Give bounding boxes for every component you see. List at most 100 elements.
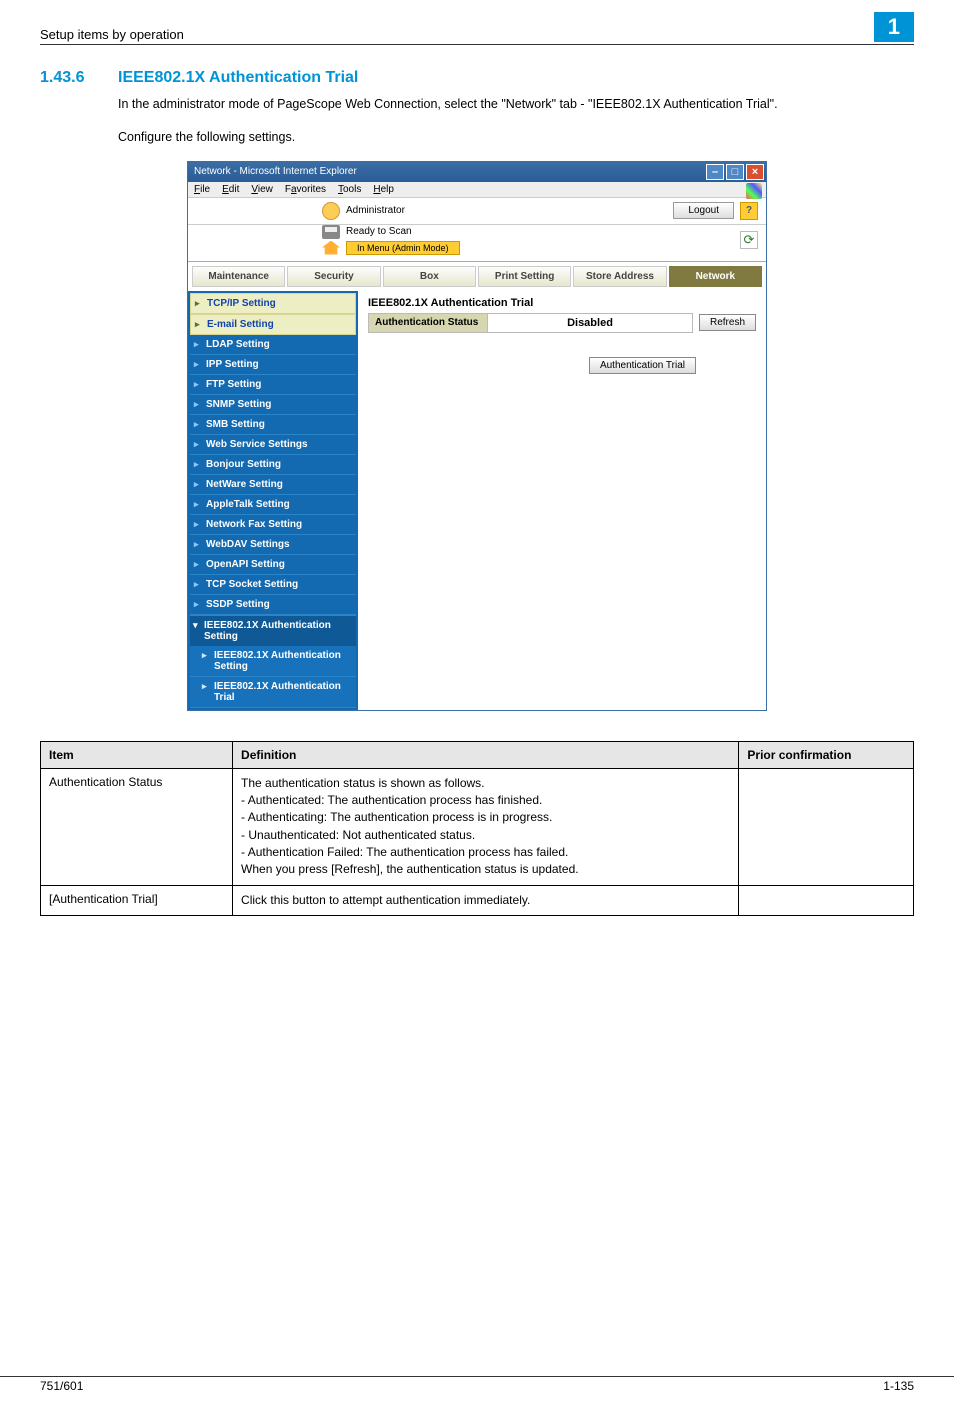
breadcrumb: Setup items by operation <box>40 27 184 42</box>
def0-l5: When you press [Refresh], the authentica… <box>241 861 730 878</box>
user-icon <box>322 202 340 220</box>
cell-prior-0 <box>739 768 914 885</box>
section-para2: Configure the following settings. <box>118 128 914 147</box>
window-buttons: – □ × <box>706 164 764 180</box>
defcol-item: Item <box>41 741 233 768</box>
logout-button[interactable]: Logout <box>673 202 734 219</box>
table-row: Authentication Status The authentication… <box>41 768 914 885</box>
chapter-badge: 1 <box>874 12 914 42</box>
house-icon <box>322 241 340 255</box>
app-body: TCP/IP Setting E-mail Setting LDAP Setti… <box>188 291 766 710</box>
app-top-row: Administrator Logout ? <box>188 198 766 225</box>
sidebar-item-ssdp[interactable]: SSDP Setting <box>190 595 356 615</box>
footer-left: 751/601 <box>40 1379 83 1393</box>
menu-help[interactable]: Help <box>373 184 394 195</box>
section-heading: 1.43.6 IEEE802.1X Authentication Trial <box>40 69 914 87</box>
pane-title: IEEE802.1X Authentication Trial <box>368 297 756 309</box>
sidebar-item-webdav[interactable]: WebDAV Settings <box>190 535 356 555</box>
cell-item-1: [Authentication Trial] <box>41 885 233 915</box>
menu-file[interactable]: File <box>194 184 210 195</box>
sidebar-item-smb[interactable]: SMB Setting <box>190 415 356 435</box>
sidebar-group-ieee[interactable]: IEEE802.1X Authentication Setting <box>190 615 356 646</box>
tab-maintenance[interactable]: Maintenance <box>192 266 285 287</box>
status-block: Ready to Scan In Menu (Admin Mode) ⟳ <box>188 225 766 262</box>
minimize-icon[interactable]: – <box>706 164 724 180</box>
menu-favorites[interactable]: Favorites <box>285 184 326 195</box>
sidebar-item-snmp[interactable]: SNMP Setting <box>190 395 356 415</box>
tab-store[interactable]: Store Address <box>573 266 666 287</box>
table-row: [Authentication Trial] Click this button… <box>41 885 914 915</box>
section-body: In the administrator mode of PageScope W… <box>118 95 914 147</box>
def1-l0: Click this button to attempt authenticat… <box>241 892 730 909</box>
sidebar-item-openapi[interactable]: OpenAPI Setting <box>190 555 356 575</box>
auth-status-label: Authentication Status <box>368 313 488 333</box>
printer-icon <box>322 225 340 239</box>
spacer <box>0 996 954 1376</box>
sidebar-item-netfax[interactable]: Network Fax Setting <box>190 515 356 535</box>
menubar: File Edit View Favorites Tools Help <box>188 182 766 198</box>
menu-view[interactable]: View <box>251 184 273 195</box>
sidebar-item-ipp[interactable]: IPP Setting <box>190 355 356 375</box>
sidebar-item-tcpsocket[interactable]: TCP Socket Setting <box>190 575 356 595</box>
def0-l3: - Unauthenticated: Not authenticated sta… <box>241 827 730 844</box>
sidebar-item-appletalk[interactable]: AppleTalk Setting <box>190 495 356 515</box>
window-title: Network - Microsoft Internet Explorer <box>194 166 357 177</box>
tab-box[interactable]: Box <box>383 266 476 287</box>
header-row: Setup items by operation 1 <box>40 12 914 45</box>
cell-def-0: The authentication status is shown as fo… <box>233 768 739 885</box>
window-titlebar: Network - Microsoft Internet Explorer – … <box>188 162 766 182</box>
sidebar-child-ieee-trial[interactable]: IEEE802.1X Authentication Trial <box>190 677 356 708</box>
sidebar-item-ftp[interactable]: FTP Setting <box>190 375 356 395</box>
def0-l1: - Authenticated: The authentication proc… <box>241 792 730 809</box>
footer-right: 1-135 <box>883 1379 914 1393</box>
auth-status-value: Disabled <box>488 313 693 333</box>
auth-status-row: Authentication Status Disabled Refresh <box>368 313 756 333</box>
adminmode-row: In Menu (Admin Mode) <box>322 241 460 255</box>
ready-label: Ready to Scan <box>346 226 412 237</box>
ie-logo-icon <box>746 183 762 199</box>
browser-window: Network - Microsoft Internet Explorer – … <box>187 161 767 711</box>
refresh-wrap: Refresh <box>699 313 756 333</box>
sidebar-item-webservice[interactable]: Web Service Settings <box>190 435 356 455</box>
admin-mode-pill[interactable]: In Menu (Admin Mode) <box>346 241 460 255</box>
menu-tools[interactable]: Tools <box>338 184 361 195</box>
def0-l4: - Authentication Failed: The authenticat… <box>241 844 730 861</box>
def0-l0: The authentication status is shown as fo… <box>241 775 730 792</box>
status-left: Ready to Scan In Menu (Admin Mode) <box>322 225 460 255</box>
admin-block: Administrator <box>322 202 405 220</box>
content-pane: IEEE802.1X Authentication Trial Authenti… <box>358 291 766 710</box>
page-header: Setup items by operation 1 <box>0 0 954 45</box>
document-content: 1.43.6 IEEE802.1X Authentication Trial I… <box>0 45 954 916</box>
section-number: 1.43.6 <box>40 69 94 87</box>
menu-edit[interactable]: Edit <box>222 184 239 195</box>
cell-prior-1 <box>739 885 914 915</box>
sidebar-item-tcpip[interactable]: TCP/IP Setting <box>190 293 356 314</box>
sidebar-item-bonjour[interactable]: Bonjour Setting <box>190 455 356 475</box>
tab-security[interactable]: Security <box>287 266 380 287</box>
sidebar-child-ieee-setting[interactable]: IEEE802.1X Authentication Setting <box>190 646 356 677</box>
authentication-trial-button[interactable]: Authentication Trial <box>589 357 696 374</box>
auth-trial-wrap: Authentication Trial <box>368 357 756 374</box>
ready-row: Ready to Scan <box>322 225 460 239</box>
sidebar-item-netware[interactable]: NetWare Setting <box>190 475 356 495</box>
tabs-row: Maintenance Security Box Print Setting S… <box>188 262 766 291</box>
logout-block: Logout ? <box>673 202 758 220</box>
defcol-prior: Prior confirmation <box>739 741 914 768</box>
cell-item-0: Authentication Status <box>41 768 233 885</box>
section-para1: In the administrator mode of PageScope W… <box>118 95 914 114</box>
reload-icon[interactable]: ⟳ <box>740 231 758 249</box>
section-title: IEEE802.1X Authentication Trial <box>118 69 358 87</box>
tab-print[interactable]: Print Setting <box>478 266 571 287</box>
maximize-icon[interactable]: □ <box>726 164 744 180</box>
admin-label: Administrator <box>346 205 405 216</box>
sidebar: TCP/IP Setting E-mail Setting LDAP Setti… <box>188 291 358 710</box>
refresh-button[interactable]: Refresh <box>699 314 756 331</box>
def0-l2: - Authenticating: The authentication pro… <box>241 809 730 826</box>
sidebar-item-email[interactable]: E-mail Setting <box>190 314 356 335</box>
close-icon[interactable]: × <box>746 164 764 180</box>
defcol-definition: Definition <box>233 741 739 768</box>
tab-network[interactable]: Network <box>669 266 762 287</box>
help-icon[interactable]: ? <box>740 202 758 220</box>
sidebar-item-ldap[interactable]: LDAP Setting <box>190 335 356 355</box>
definition-table: Item Definition Prior confirmation Authe… <box>40 741 914 917</box>
